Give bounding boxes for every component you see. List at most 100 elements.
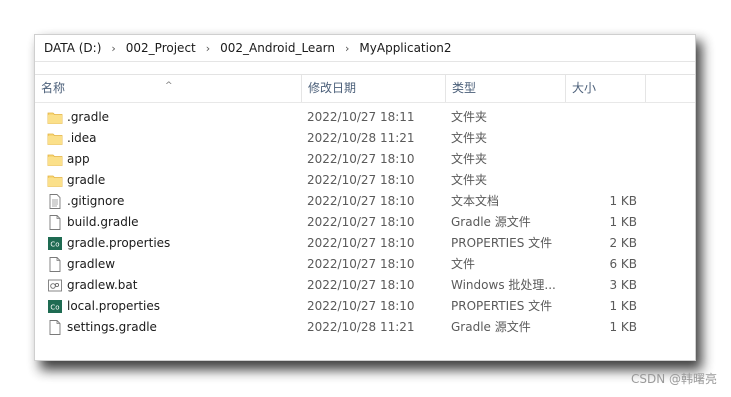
file-type: 文件夹 [451, 110, 488, 124]
gradle-file-icon [47, 215, 63, 230]
file-date: 2022/10/28 11:21 [307, 131, 415, 145]
column-header-name[interactable]: ^ 名称 [35, 75, 302, 102]
file-date: 2022/10/27 18:11 [307, 110, 415, 124]
file-date: 2022/10/27 18:10 [307, 299, 415, 313]
file-date: 2022/10/28 11:21 [307, 320, 415, 334]
svg-text:Co: Co [50, 241, 59, 249]
folder-icon [47, 152, 63, 167]
column-header-date-label: 修改日期 [308, 81, 357, 95]
breadcrumb-item-myapplication2[interactable]: MyApplication2 [356, 41, 454, 55]
file-date: 2022/10/27 18:10 [307, 278, 415, 292]
file-size: 1 KB [609, 299, 637, 313]
properties-file-icon: Co [47, 236, 63, 251]
file-name: .idea [67, 131, 97, 145]
file-row[interactable]: gradle 2022/10/27 18:10 文件夹 [35, 170, 695, 191]
file-size: 6 KB [609, 257, 637, 271]
file-name-cell: app [47, 149, 302, 170]
file-size [569, 107, 637, 128]
file-type: 文件夹 [451, 152, 488, 166]
column-header-date[interactable]: 修改日期 [302, 75, 446, 102]
file-date: 2022/10/27 18:10 [307, 236, 415, 250]
file-name: build.gradle [67, 215, 139, 229]
file-size: 1 KB [609, 194, 637, 208]
column-header-size-label: 大小 [572, 81, 597, 95]
file-row[interactable]: settings.gradle 2022/10/28 11:21 Gradle 源文… [35, 317, 695, 338]
column-header-size[interactable]: 大小 [566, 75, 646, 102]
file-row[interactable]: Co local.properties 2022/10/27 18:10 PROPER… [35, 296, 695, 317]
toolbar-gap [35, 62, 695, 75]
file-type: 文件 [451, 257, 476, 271]
svg-text:Co: Co [50, 304, 59, 312]
file-size [569, 149, 637, 170]
file-name-cell: gradlew.bat [47, 275, 302, 296]
screenshot-stage: DATA (D:) › 002_Project › 002_Android_Le… [0, 0, 731, 397]
file-name: gradle [67, 173, 106, 187]
file-size: 1 KB [609, 320, 637, 334]
gradle-file-icon [47, 320, 63, 335]
file-row[interactable]: gradlew.bat 2022/10/27 18:10 Windows 批处理..… [35, 275, 695, 296]
file-row[interactable]: .gradle 2022/10/27 18:11 文件夹 [35, 107, 695, 128]
chevron-right-icon[interactable]: › [104, 42, 122, 55]
chevron-right-icon[interactable]: › [338, 42, 356, 55]
folder-icon [47, 131, 63, 146]
file-date: 2022/10/27 18:10 [307, 215, 415, 229]
file-type: PROPERTIES 文件 [451, 236, 553, 250]
file-name-cell: Co gradle.properties [47, 233, 302, 254]
file-row[interactable]: app 2022/10/27 18:10 文件夹 [35, 149, 695, 170]
breadcrumb: DATA (D:) › 002_Project › 002_Android_Le… [35, 35, 695, 62]
file-size: 3 KB [609, 278, 637, 292]
file-type: Gradle 源文件 [451, 215, 531, 229]
breadcrumb-item-project[interactable]: 002_Project [123, 41, 199, 55]
folder-icon [47, 173, 63, 188]
file-date: 2022/10/27 18:10 [307, 152, 415, 166]
sort-ascending-icon: ^ [165, 81, 173, 91]
file-name-cell: Co local.properties [47, 296, 302, 317]
file-name: .gitignore [67, 194, 125, 208]
file-type: 文件夹 [451, 173, 488, 187]
file-name: gradle.properties [67, 236, 171, 250]
column-header-row: ^ 名称 修改日期 类型 大小 [35, 75, 695, 103]
breadcrumb-item-drive[interactable]: DATA (D:) [41, 41, 104, 55]
file-size: 1 KB [609, 215, 637, 229]
file-name-cell: build.gradle [47, 212, 302, 233]
file-name-cell: .idea [47, 128, 302, 149]
file-explorer-window: DATA (D:) › 002_Project › 002_Android_Le… [34, 34, 696, 361]
file-name-cell: .gitignore [47, 191, 302, 212]
file-size: 2 KB [609, 236, 637, 250]
column-header-type-label: 类型 [452, 81, 477, 95]
file-type: 文件夹 [451, 131, 488, 145]
file-date: 2022/10/27 18:10 [307, 173, 415, 187]
folder-icon [47, 110, 63, 125]
file-date: 2022/10/27 18:10 [307, 257, 415, 271]
file-name: settings.gradle [67, 320, 157, 334]
file-type: PROPERTIES 文件 [451, 299, 553, 313]
batch-file-icon [47, 278, 63, 293]
text-document-icon [47, 194, 63, 209]
file-row[interactable]: gradlew 2022/10/27 18:10 文件 6 KB [35, 254, 695, 275]
file-row[interactable]: .gitignore 2022/10/27 18:10 文本文档 1 KB [35, 191, 695, 212]
file-row[interactable]: Co gradle.properties 2022/10/27 18:10 PROPE… [35, 233, 695, 254]
file-date: 2022/10/27 18:10 [307, 194, 415, 208]
file-type: Windows 批处理... [451, 278, 556, 292]
file-name-cell: gradlew [47, 254, 302, 275]
file-row[interactable]: build.gradle 2022/10/27 18:10 Gradle 源文件 1 … [35, 212, 695, 233]
watermark: CSDN @韩曙亮 [630, 372, 717, 386]
file-name: gradlew.bat [67, 278, 138, 292]
file-name-cell: gradle [47, 170, 302, 191]
file-type: Gradle 源文件 [451, 320, 531, 334]
file-name: .gradle [67, 110, 110, 124]
file-type: 文本文档 [451, 194, 500, 208]
column-header-type[interactable]: 类型 [446, 75, 566, 102]
chevron-right-icon[interactable]: › [199, 42, 217, 55]
file-name: app [67, 152, 90, 166]
column-header-name-label: 名称 [41, 81, 66, 95]
file-list: .gradle 2022/10/27 18:11 文件夹 .idea 2022/10/2… [35, 107, 695, 338]
file-name-cell: .gradle [47, 107, 302, 128]
file-row[interactable]: .idea 2022/10/28 11:21 文件夹 [35, 128, 695, 149]
file-name: gradlew [67, 257, 116, 271]
file-size [569, 128, 637, 149]
blank-file-icon [47, 257, 63, 272]
breadcrumb-item-android-learn[interactable]: 002_Android_Learn [217, 41, 338, 55]
file-name-cell: settings.gradle [47, 317, 302, 338]
file-name: local.properties [67, 299, 161, 313]
